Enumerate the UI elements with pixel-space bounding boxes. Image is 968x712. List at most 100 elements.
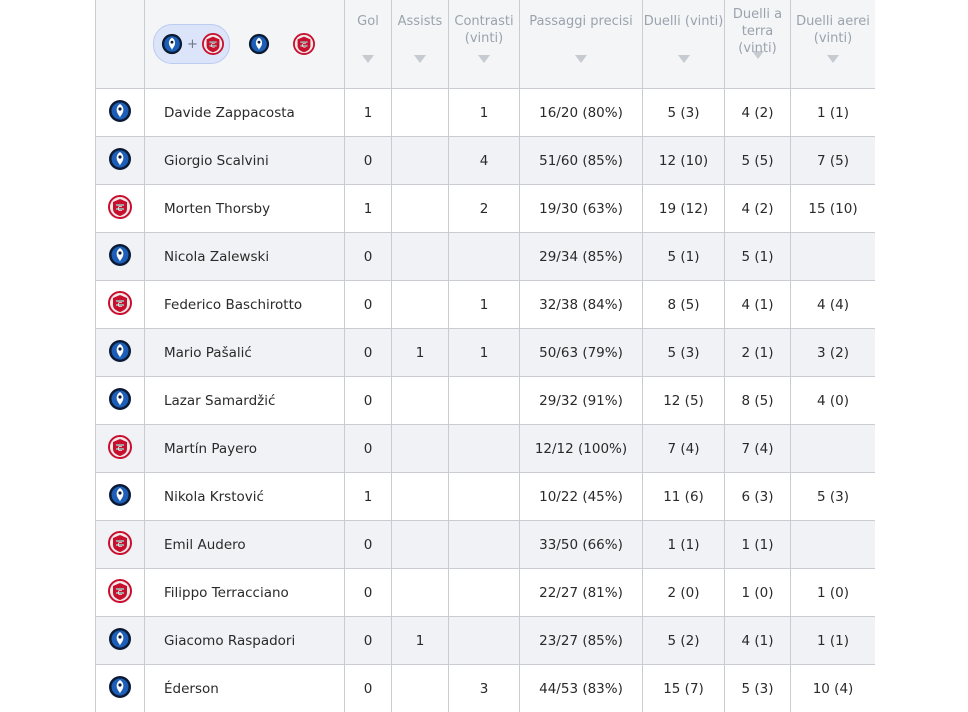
table-row[interactable]: Éderson 0 3 44/53 (83%) 15 (7) 5 (3) 10 (4) — [95, 664, 875, 712]
table-row[interactable]: Mario Pašalić 0 1 1 50/63 (79%) 5 (3) 2 (1) 3 (… — [95, 328, 875, 377]
passaggi-cell: 10/22 (45%) — [519, 472, 643, 521]
column-label: Duelli (vinti) — [643, 14, 724, 29]
contrasti-cell: 4 — [448, 136, 520, 185]
assists-cell — [391, 568, 449, 617]
player-name[interactable]: Morten Thorsby — [144, 184, 345, 233]
contrasti-cell: 3 — [448, 664, 520, 712]
team-logo-cell — [95, 472, 145, 521]
duelli-aerei-cell: 1 (1) — [790, 616, 875, 665]
gol-cell: 0 — [344, 136, 392, 185]
passaggi-cell: 22/27 (81%) — [519, 568, 643, 617]
contrasti-cell — [448, 232, 520, 281]
assists-cell — [391, 664, 449, 712]
contrasti-cell: 2 — [448, 184, 520, 233]
player-name[interactable]: Nikola Krstović — [144, 472, 345, 521]
duelli-aerei-cell — [790, 232, 875, 281]
cremonese-crest-icon: C — [96, 530, 144, 555]
plus-sign: + — [187, 36, 198, 52]
passaggi-cell: 23/27 (85%) — [519, 616, 643, 665]
atalanta-crest-icon — [96, 147, 144, 171]
passaggi-cell: 33/50 (66%) — [519, 520, 643, 569]
contrasti-cell: 1 — [448, 88, 520, 137]
team-filter-cell: + C C — [144, 0, 345, 89]
column-header-duelli-terra[interactable]: Duelli a terra (vinti) — [724, 0, 791, 89]
contrasti-cell — [448, 424, 520, 473]
sort-arrow-icon — [827, 55, 839, 63]
svg-text:C: C — [118, 541, 123, 549]
stats-table-container: + C C Gol Assists Contrasti (vinti) Pass — [95, 0, 875, 712]
table-row[interactable]: Nikola Krstović 1 10/22 (45%) 11 (6) 6 (3) 5 … — [95, 472, 875, 521]
player-name[interactable]: Davide Zappacosta — [144, 88, 345, 137]
filter-both-teams-button[interactable]: + C — [153, 24, 230, 64]
sort-arrow-icon — [362, 55, 374, 63]
player-name[interactable]: Giorgio Scalvini — [144, 136, 345, 185]
duelli-terra-cell: 1 (0) — [724, 568, 791, 617]
column-label: Duelli aerei (vinti) — [796, 14, 870, 46]
column-header-gol[interactable]: Gol — [344, 0, 392, 89]
player-name[interactable]: Martín Payero — [144, 424, 345, 473]
player-name[interactable]: Lazar Samardžić — [144, 376, 345, 425]
gol-cell: 0 — [344, 424, 392, 473]
duelli-terra-cell: 4 (2) — [724, 88, 791, 137]
player-name[interactable]: Giacomo Raspadori — [144, 616, 345, 665]
table-row[interactable]: Davide Zappacosta 1 1 16/20 (80%) 5 (3) 4 (2)… — [95, 88, 875, 137]
player-name[interactable]: Filippo Terracciano — [144, 568, 345, 617]
duelli-terra-cell: 1 (1) — [724, 520, 791, 569]
duelli-aerei-cell: 15 (10) — [790, 184, 875, 233]
player-name[interactable]: Éderson — [144, 664, 345, 712]
column-header-passaggi[interactable]: Passaggi precisi — [519, 0, 643, 89]
assists-cell: 1 — [391, 328, 449, 377]
passaggi-cell: 29/32 (91%) — [519, 376, 643, 425]
column-header-duelli-aerei[interactable]: Duelli aerei (vinti) — [790, 0, 875, 89]
table-row[interactable]: Giorgio Scalvini 0 4 51/60 (85%) 12 (10) 5 (5… — [95, 136, 875, 185]
table-row[interactable]: Lazar Samardžić 0 29/32 (91%) 12 (5) 8 (5) 4 … — [95, 376, 875, 425]
table-row[interactable]: C Martín Payero 0 12/12 (100%) 7 (4) 7 (4) — [95, 424, 875, 473]
column-header-duelli[interactable]: Duelli (vinti) — [642, 0, 725, 89]
duelli-cell: 12 (10) — [642, 136, 725, 185]
cremonese-crest-icon: C — [96, 434, 144, 459]
sort-arrow-icon — [575, 55, 587, 63]
contrasti-cell — [448, 568, 520, 617]
table-row[interactable]: C Filippo Terracciano 0 22/27 (81%) 2 (0) 1 (… — [95, 568, 875, 617]
filter-cremonese-button[interactable]: C — [286, 25, 320, 63]
column-header-contrasti[interactable]: Contrasti (vinti) — [448, 0, 520, 89]
duelli-terra-cell: 4 (1) — [724, 280, 791, 329]
duelli-aerei-cell: 3 (2) — [790, 328, 875, 377]
sort-arrow-icon — [677, 55, 690, 63]
table-row[interactable]: Nicola Zalewski 0 29/34 (85%) 5 (1) 5 (1) — [95, 232, 875, 281]
column-label: Passaggi precisi — [529, 14, 633, 29]
player-name[interactable]: Federico Baschirotto — [144, 280, 345, 329]
player-name[interactable]: Emil Audero — [144, 520, 345, 569]
contrasti-cell — [448, 616, 520, 665]
gol-cell: 0 — [344, 520, 392, 569]
assists-cell — [391, 472, 449, 521]
duelli-terra-cell: 5 (1) — [724, 232, 791, 281]
assists-cell — [391, 184, 449, 233]
duelli-cell: 5 (1) — [642, 232, 725, 281]
table-row[interactable]: C Morten Thorsby 1 2 19/30 (63%) 19 (12) 4 (2)… — [95, 184, 875, 233]
duelli-terra-cell: 2 (1) — [724, 328, 791, 377]
duelli-cell: 5 (3) — [642, 328, 725, 377]
atalanta-crest-icon — [96, 627, 144, 651]
table-row[interactable]: C Federico Baschirotto 0 1 32/38 (84%) 8 (5) 4… — [95, 280, 875, 329]
filter-atalanta-button[interactable] — [241, 25, 275, 63]
contrasti-cell — [448, 472, 520, 521]
duelli-cell: 5 (2) — [642, 616, 725, 665]
sort-arrow-icon — [414, 55, 426, 63]
passaggi-cell: 12/12 (100%) — [519, 424, 643, 473]
table-header-row: + C C Gol Assists Contrasti (vinti) Pass — [95, 0, 875, 89]
table-row[interactable]: Giacomo Raspadori 0 1 23/27 (85%) 5 (2) 4 (1)… — [95, 616, 875, 665]
player-name[interactable]: Mario Pašalić — [144, 328, 345, 377]
player-name[interactable]: Nicola Zalewski — [144, 232, 345, 281]
gol-cell: 0 — [344, 280, 392, 329]
table-row[interactable]: C Emil Audero 0 33/50 (66%) 1 (1) 1 (1) — [95, 520, 875, 569]
cremonese-crest-icon: C — [292, 33, 315, 55]
svg-text:C: C — [211, 42, 216, 50]
atalanta-crest-icon — [96, 675, 144, 699]
team-logo-cell: C — [95, 520, 145, 569]
column-header-assists[interactable]: Assists — [391, 0, 449, 89]
duelli-aerei-cell: 1 (1) — [790, 88, 875, 137]
svg-text:C: C — [118, 205, 123, 213]
svg-text:C: C — [118, 589, 123, 597]
duelli-aerei-cell: 1 (0) — [790, 568, 875, 617]
